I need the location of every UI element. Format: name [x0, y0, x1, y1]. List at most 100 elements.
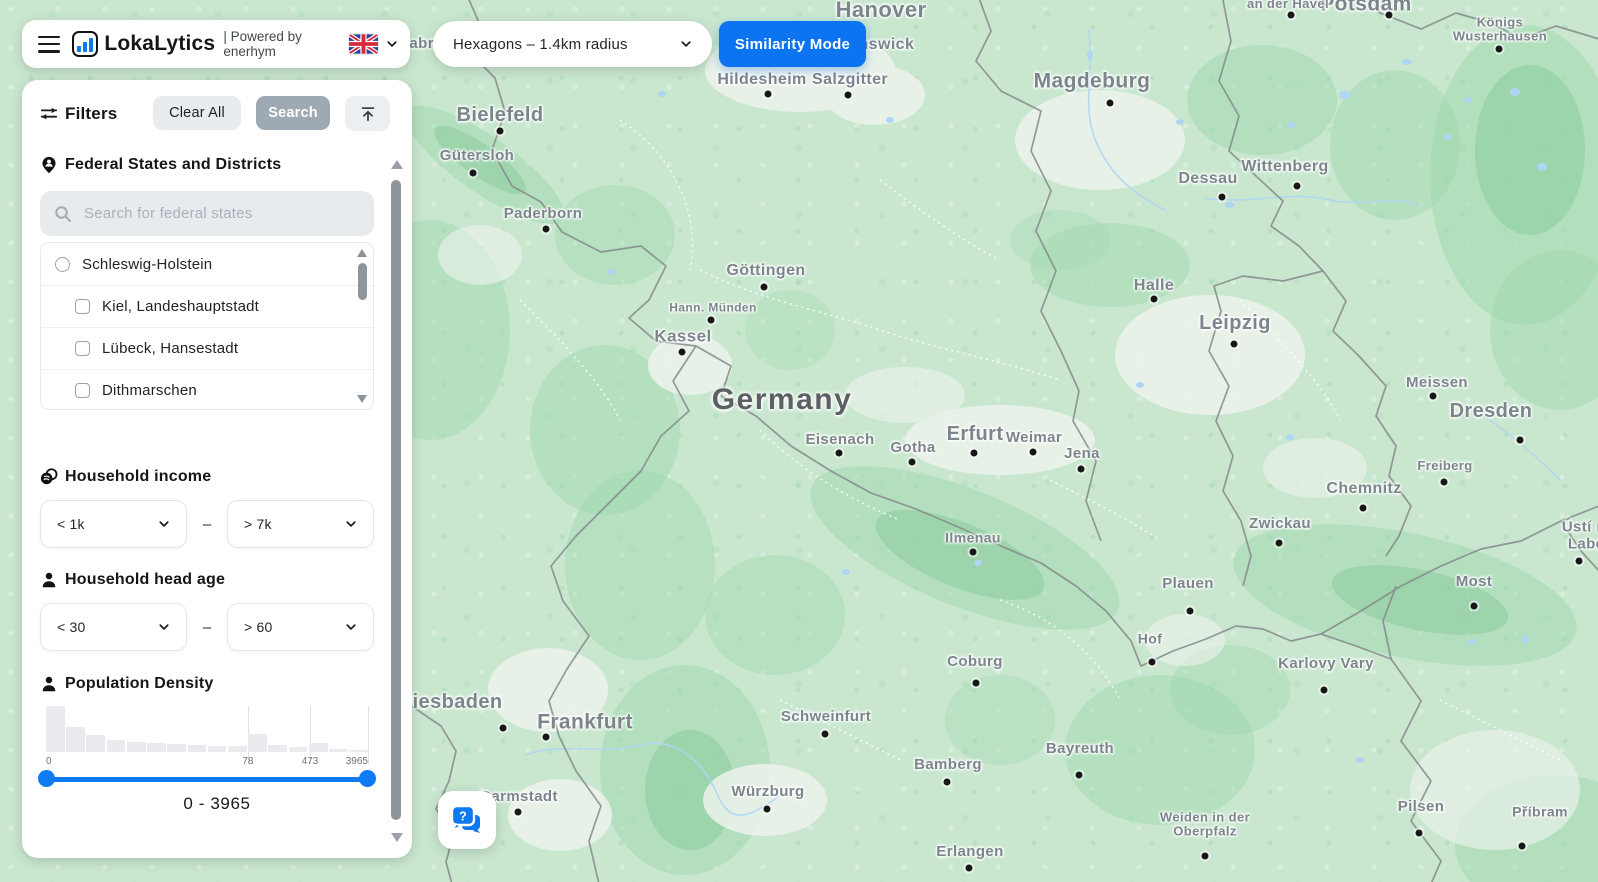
- histogram-bar: [308, 743, 328, 752]
- histogram-bar: [227, 746, 247, 752]
- hexagon-radius-dropdown[interactable]: Hexagons – 1.4km radius: [433, 21, 712, 67]
- histogram-bar: [349, 750, 368, 752]
- city-label: Gotha: [890, 438, 936, 456]
- city-label: Dessau: [1178, 170, 1238, 188]
- state-list-item-1[interactable]: Kiel, Landeshauptstadt: [41, 285, 373, 327]
- states-list-scrollbar[interactable]: [356, 247, 369, 405]
- radio-control[interactable]: [55, 256, 70, 272]
- city-label: Weiden in der Oberpfalz: [1159, 809, 1251, 839]
- city-dot: [1106, 99, 1114, 107]
- city-dot: [542, 733, 550, 741]
- age-section-title: Household head age: [65, 571, 226, 588]
- checkbox-control[interactable]: [75, 341, 90, 356]
- scrollbar-thumb[interactable]: [358, 263, 367, 300]
- state-list-item-0[interactable]: Schleswig-Holstein: [41, 243, 373, 285]
- city-label: Leipzig: [1199, 312, 1271, 334]
- income-section-header: Household income: [40, 468, 211, 486]
- income-min-select[interactable]: < 1k: [40, 500, 187, 548]
- city-dot: [1415, 829, 1423, 837]
- scroll-down-icon[interactable]: [357, 395, 367, 403]
- checkbox-control[interactable]: [75, 299, 90, 314]
- checkbox-control[interactable]: [75, 383, 90, 398]
- axis-tick-label: 78: [242, 756, 254, 767]
- city-dot: [972, 679, 980, 687]
- city-label: Jena: [1064, 444, 1100, 462]
- city-label: Karlovy Vary: [1278, 654, 1374, 672]
- city-dot: [1186, 607, 1194, 615]
- city-dot: [1495, 45, 1503, 53]
- city-label: an der Havel: [1246, 0, 1330, 11]
- menu-icon[interactable]: [38, 35, 61, 53]
- age-max-value: > 60: [244, 619, 273, 635]
- city-label: Würzburg: [731, 782, 805, 800]
- city-label: Bayreuth: [1045, 739, 1115, 757]
- state-item-label: Lübeck, Hansestadt: [102, 340, 239, 357]
- city-dot: [469, 169, 477, 177]
- city-label: Göttingen: [726, 262, 806, 280]
- age-min-select[interactable]: < 30: [40, 603, 187, 651]
- person-pin-icon: [42, 156, 56, 174]
- city-dot: [1516, 436, 1524, 444]
- svg-text:?: ?: [459, 810, 467, 824]
- city-dot: [1320, 686, 1328, 694]
- city-dot: [1575, 557, 1583, 565]
- city-dot: [496, 127, 504, 135]
- search-button[interactable]: Search: [256, 96, 330, 130]
- histogram-bar: [187, 745, 207, 752]
- city-label: Paderborn: [503, 204, 583, 222]
- chevron-down-icon: [159, 521, 169, 527]
- chevron-down-icon: [346, 624, 356, 630]
- density-range-slider[interactable]: [38, 770, 376, 788]
- city-label: Frankfurt: [537, 710, 633, 734]
- language-chevron-down-icon[interactable]: [386, 38, 398, 50]
- clear-all-button[interactable]: Clear All: [153, 96, 241, 130]
- coins-icon: [40, 468, 58, 485]
- state-list-item-3[interactable]: Dithmarschen: [41, 369, 373, 411]
- age-max-select[interactable]: > 60: [227, 603, 374, 651]
- panel-scroll-up-icon[interactable]: [391, 160, 403, 169]
- panel-scrollbar-thumb[interactable]: [391, 180, 401, 820]
- person-icon: [42, 676, 56, 692]
- age-section-header: Household head age: [40, 571, 225, 589]
- city-dot: [678, 348, 686, 356]
- slider-handle-max[interactable]: [359, 770, 376, 787]
- city-dot: [1218, 193, 1226, 201]
- city-dot: [1075, 771, 1083, 779]
- slider-track[interactable]: [46, 776, 368, 782]
- city-dot: [1148, 658, 1156, 666]
- state-item-label: Schleswig-Holstein: [82, 255, 213, 273]
- density-section-title: Population Density: [65, 675, 214, 692]
- city-dot: [1150, 295, 1158, 303]
- age-range: < 30 – > 60: [40, 603, 374, 651]
- uk-flag-icon[interactable]: [349, 34, 378, 54]
- axis-tick-label: 3965: [345, 756, 368, 767]
- hexagon-radius-value: Hexagons – 1.4km radius: [453, 35, 628, 53]
- city-dot: [1077, 465, 1085, 473]
- slider-handle-min[interactable]: [38, 770, 55, 787]
- similarity-mode-button[interactable]: Similarity Mode: [719, 21, 866, 67]
- histogram-bar: [86, 735, 106, 752]
- states-section-title: Federal States and Districts: [65, 156, 282, 173]
- city-label: Kassel: [654, 326, 712, 346]
- city-label: Meissen: [1406, 373, 1468, 391]
- city-label: Erfurt: [946, 423, 1004, 445]
- city-label: Bielefeld: [456, 104, 544, 126]
- city-dot: [970, 449, 978, 457]
- income-max-select[interactable]: > 7k: [227, 500, 374, 548]
- panel-scroll-down-icon[interactable]: [391, 833, 403, 842]
- density-histogram: [46, 706, 369, 764]
- range-separator: –: [202, 618, 212, 636]
- city-label: Salzgitter: [811, 71, 889, 89]
- city-dot: [821, 730, 829, 738]
- income-range: < 1k – > 7k: [40, 500, 374, 548]
- states-search-input[interactable]: [40, 191, 374, 236]
- collapse-panel-button[interactable]: [345, 96, 390, 131]
- city-dot: [943, 778, 951, 786]
- help-chat-button[interactable]: ?: [438, 791, 496, 849]
- city-dot: [1440, 478, 1448, 486]
- filter-sliders-icon: [40, 107, 58, 119]
- city-label: Coburg: [947, 652, 1003, 670]
- scroll-up-icon[interactable]: [357, 249, 367, 257]
- city-label: Bamberg: [914, 755, 982, 773]
- state-list-item-2[interactable]: Lübeck, Hansestadt: [41, 327, 373, 369]
